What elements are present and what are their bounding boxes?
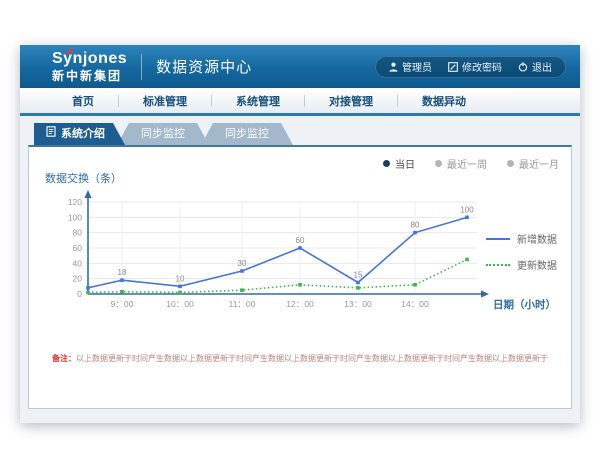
line-chart: 0 20 40 60 80 100 120 9：00 10：00 11：00 12：00 13：00 1… — [35, 183, 560, 333]
edit-icon — [448, 62, 458, 72]
svg-text:11：00: 11：00 — [229, 299, 256, 309]
page-title: 数据资源中心 — [156, 56, 252, 77]
tab-system-intro[interactable]: 系统介绍 — [34, 123, 125, 145]
footnote-label: 备注： — [52, 354, 76, 363]
tab-label: 同步监控 — [141, 123, 185, 145]
svg-text:120: 120 — [68, 197, 82, 207]
tab-label: 系统介绍 — [61, 123, 105, 145]
svg-text:40: 40 — [73, 258, 83, 268]
nav-item-data-change[interactable]: 数据异动 — [398, 93, 490, 109]
svg-text:20: 20 — [73, 274, 83, 284]
app-header: Synjones 新中新集团 数据资源中心 管理员 修改密码 退出 — [20, 45, 580, 88]
content-area: 系统介绍 同步监控 同步监控 当日 最近一周 — [20, 116, 580, 409]
svg-text:100: 100 — [460, 205, 474, 214]
footnote-text: 以上数据更新于时间产生数据以上数据更新于时间产生数据以上数据更新于时间产生数据以… — [76, 354, 548, 363]
radio-dot-icon — [383, 160, 390, 167]
radio-dot-icon — [435, 160, 442, 167]
account-bar: 管理员 修改密码 退出 — [375, 56, 566, 78]
filter-last-month[interactable]: 最近一月 — [507, 156, 559, 171]
brand-logo: Synjones 新中新集团 — [52, 51, 127, 82]
nav-item-home[interactable]: 首页 — [48, 93, 118, 109]
svg-text:80: 80 — [411, 221, 420, 230]
svg-text:18: 18 — [118, 268, 127, 277]
footnote: 备注：以上数据更新于时间产生数据以上数据更新于时间产生数据以上数据更新于时间产生… — [29, 353, 571, 364]
logout-button[interactable]: 退出 — [518, 59, 552, 74]
change-password-button[interactable]: 修改密码 — [448, 59, 502, 74]
range-filters: 当日 最近一周 最近一月 — [383, 156, 559, 171]
svg-text:14：00: 14：00 — [401, 299, 429, 309]
logout-label: 退出 — [532, 59, 552, 74]
tab-label: 同步监控 — [225, 123, 269, 145]
filter-today[interactable]: 当日 — [383, 156, 415, 171]
green-dotted-line-icon — [486, 264, 510, 266]
svg-text:100: 100 — [68, 212, 82, 222]
svg-text:30: 30 — [238, 259, 247, 268]
legend-update-data: 更新数据 — [486, 257, 557, 272]
tab-sync-monitor-1[interactable]: 同步监控 — [117, 123, 209, 145]
main-nav: 首页 标准管理 系统管理 对接管理 数据异动 — [20, 88, 580, 116]
chart-panel: 当日 最近一周 最近一月 数据交换（条） 0204060801001209：00… — [28, 145, 572, 409]
nav-item-standard-mgmt[interactable]: 标准管理 — [119, 93, 211, 109]
document-icon — [46, 123, 56, 145]
svg-text:15: 15 — [354, 271, 363, 280]
svg-text:12：00: 12：00 — [286, 299, 314, 309]
svg-text:80: 80 — [73, 228, 83, 238]
nav-item-system-mgmt[interactable]: 系统管理 — [212, 93, 304, 109]
filter-label: 最近一周 — [447, 156, 487, 171]
legend-new-data: 新增数据 — [486, 231, 557, 246]
svg-text:10: 10 — [176, 274, 185, 283]
svg-text:0: 0 — [77, 289, 82, 299]
svg-text:60: 60 — [73, 243, 83, 253]
svg-text:9：00: 9：00 — [111, 299, 134, 309]
nav-item-interface-mgmt[interactable]: 对接管理 — [305, 93, 397, 109]
header-divider — [141, 54, 142, 80]
chart-legend: 新增数据 更新数据 — [486, 231, 557, 272]
radio-dot-icon — [507, 160, 514, 167]
svg-text:日期（小时）: 日期（小时） — [493, 298, 556, 311]
user-label: 管理员 — [402, 59, 432, 74]
user-icon — [389, 62, 398, 72]
svg-text:13：00: 13：00 — [344, 299, 372, 309]
page: Synjones 新中新集团 数据资源中心 管理员 修改密码 退出 首页 标准管… — [20, 45, 580, 423]
user-button[interactable]: 管理员 — [389, 59, 432, 74]
logo-subtext: 新中新集团 — [52, 70, 127, 82]
tab-strip: 系统介绍 同步监控 同步监控 — [34, 123, 572, 145]
tab-sync-monitor-2[interactable]: 同步监控 — [201, 123, 293, 145]
change-password-label: 修改密码 — [462, 59, 502, 74]
blue-line-icon — [486, 238, 510, 240]
logo-text: Synjones — [52, 51, 127, 67]
filter-label: 最近一月 — [519, 156, 559, 171]
svg-text:10：00: 10：00 — [166, 299, 194, 309]
power-icon — [518, 62, 528, 72]
filter-label: 当日 — [395, 156, 415, 171]
filter-last-week[interactable]: 最近一周 — [435, 156, 487, 171]
svg-text:60: 60 — [296, 236, 305, 245]
